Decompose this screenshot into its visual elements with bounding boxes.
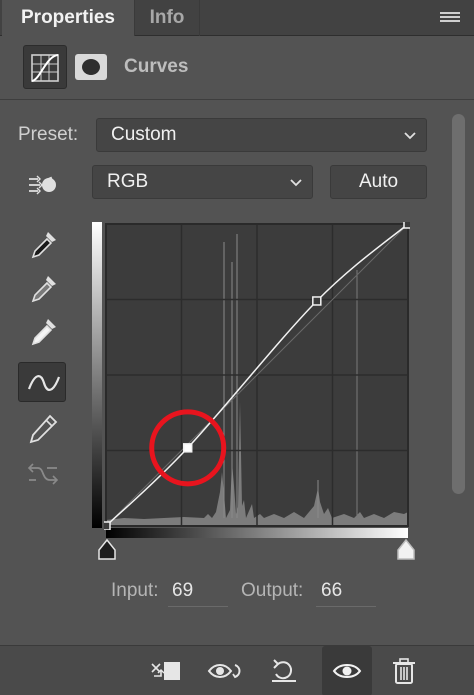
channel-value: RGB — [107, 171, 149, 192]
smooth-curve-icon[interactable] — [18, 454, 66, 494]
preset-dropdown[interactable]: Custom — [96, 118, 427, 152]
curves-adjustment-icon[interactable] — [23, 45, 67, 89]
preset-label: Preset: — [18, 124, 79, 145]
curve-edit-icon[interactable] — [18, 362, 66, 402]
panel-tab-bar: Properties Info — [0, 0, 474, 36]
curve-point[interactable] — [312, 296, 322, 306]
curve-point[interactable] — [104, 521, 111, 530]
auto-button[interactable]: Auto — [330, 165, 427, 199]
panel-menu-icon[interactable] — [440, 12, 460, 24]
white-input-slider[interactable] — [392, 538, 420, 562]
layer-mask-icon[interactable] — [72, 51, 110, 83]
clip-to-layer-icon[interactable] — [148, 654, 184, 688]
output-label: Output: — [241, 580, 304, 601]
panel-footer — [0, 645, 474, 695]
on-image-adjust-icon[interactable] — [18, 165, 66, 205]
pencil-draw-icon[interactable] — [18, 408, 66, 448]
tab-properties[interactable]: Properties — [2, 0, 134, 36]
curve-point-selected[interactable] — [182, 443, 193, 453]
toggle-visibility-icon[interactable] — [322, 646, 372, 695]
view-previous-state-icon[interactable] — [206, 654, 246, 688]
chevron-down-icon — [404, 132, 416, 140]
chevron-down-icon — [290, 179, 302, 187]
black-input-slider[interactable] — [93, 538, 121, 562]
reset-icon[interactable] — [266, 654, 302, 688]
adjustment-title: Curves — [124, 56, 189, 77]
scrollbar-thumb[interactable] — [452, 114, 465, 494]
white-point-eyedropper-icon[interactable] — [18, 311, 66, 351]
input-value[interactable]: 69 — [172, 580, 193, 602]
input-label: Input: — [111, 580, 159, 601]
curve-point[interactable] — [403, 222, 410, 229]
gray-point-eyedropper-icon[interactable] — [18, 268, 66, 308]
adjustment-header: Curves — [0, 36, 474, 100]
output-underline — [316, 606, 376, 607]
preset-value: Custom — [111, 124, 177, 145]
output-gradient-bar — [92, 222, 102, 528]
curves-graph[interactable] — [104, 222, 410, 530]
delete-icon[interactable] — [386, 654, 422, 688]
input-underline — [168, 606, 228, 607]
channel-dropdown[interactable]: RGB — [92, 165, 313, 199]
black-point-eyedropper-icon[interactable] — [18, 224, 66, 264]
output-value[interactable]: 66 — [321, 580, 342, 602]
tab-info[interactable]: Info — [134, 0, 200, 36]
